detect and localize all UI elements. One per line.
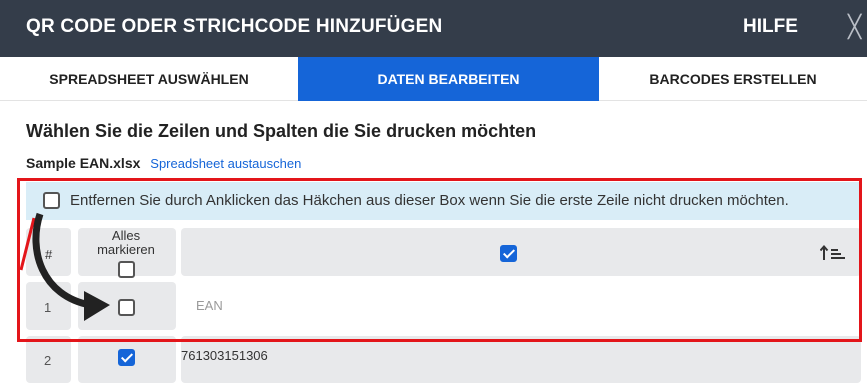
annotation-arrow — [19, 212, 110, 321]
